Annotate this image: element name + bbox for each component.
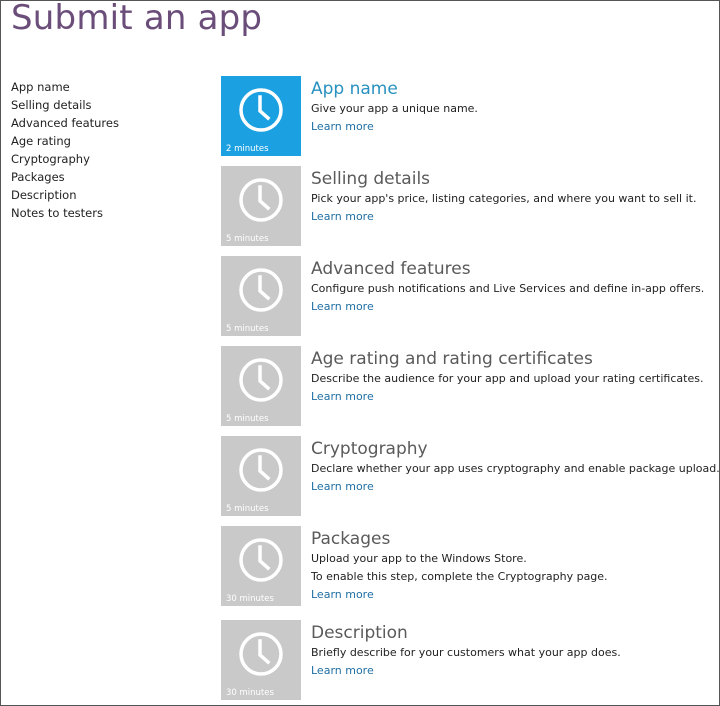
step-duration: 5 minutes — [226, 414, 269, 424]
clock-icon — [239, 88, 283, 132]
step-title[interactable]: Packages — [311, 528, 711, 550]
step-tile[interactable]: 30 minutes — [221, 526, 301, 606]
learn-more-link[interactable]: Learn more — [311, 208, 711, 226]
clock-icon — [239, 358, 283, 402]
sidebar-item-advanced-features[interactable]: Advanced features — [11, 114, 119, 132]
sidebar-nav: App name Selling details Advanced featur… — [11, 78, 119, 222]
step-description: Configure push notifications and Live Se… — [311, 282, 705, 295]
sidebar-item-app-name[interactable]: App name — [11, 78, 119, 96]
learn-more-link[interactable]: Learn more — [311, 662, 711, 680]
step-tile[interactable]: 5 minutes — [221, 346, 301, 426]
step-info: Packages Upload your app to the Windows S… — [311, 528, 711, 604]
step-duration: 30 minutes — [226, 594, 274, 604]
step-description: Give your app a unique name. — [311, 102, 478, 115]
step-duration: 2 minutes — [226, 144, 269, 154]
step-description: Briefly describe for your customers what… — [311, 646, 621, 659]
step-title[interactable]: Selling details — [311, 168, 711, 190]
step-tile[interactable]: 2 minutes — [221, 76, 301, 156]
learn-more-link[interactable]: Learn more — [311, 298, 711, 316]
sidebar-item-age-rating[interactable]: Age rating — [11, 132, 119, 150]
step-info: Selling details Pick your app's price, li… — [311, 168, 711, 226]
clock-icon — [239, 632, 283, 676]
step-title[interactable]: Description — [311, 622, 711, 644]
learn-more-link[interactable]: Learn more — [311, 388, 711, 406]
step-tile[interactable]: 5 minutes — [221, 166, 301, 246]
step-info: Advanced features Configure push notifica… — [311, 258, 711, 316]
clock-icon — [239, 268, 283, 312]
step-duration: 5 minutes — [226, 234, 269, 244]
step-title[interactable]: App name — [311, 78, 711, 100]
sidebar-item-selling-details[interactable]: Selling details — [11, 96, 119, 114]
step-info: Age rating and rating certificates Descri… — [311, 348, 711, 406]
step-description: Declare whether your app uses cryptograp… — [311, 462, 720, 475]
step-title[interactable]: Age rating and rating certificates — [311, 348, 711, 370]
clock-icon — [239, 538, 283, 582]
step-info: App name Give your app a unique name. Lear… — [311, 78, 711, 136]
sidebar-item-notes-to-testers[interactable]: Notes to testers — [11, 204, 119, 222]
learn-more-link[interactable]: Learn more — [311, 478, 711, 496]
sidebar-item-packages[interactable]: Packages — [11, 168, 119, 186]
step-info: Description Briefly describe for your cus… — [311, 622, 711, 680]
step-description: Upload your app to the Windows Store. — [311, 552, 527, 565]
step-info: Cryptography Declare whether your app use… — [311, 438, 720, 496]
sidebar-item-description[interactable]: Description — [11, 186, 119, 204]
step-duration: 5 minutes — [226, 324, 269, 334]
step-tile[interactable]: 5 minutes — [221, 436, 301, 516]
learn-more-link[interactable]: Learn more — [311, 118, 711, 136]
step-description-note: To enable this step, complete the Crypto… — [311, 570, 608, 583]
clock-icon — [239, 178, 283, 222]
step-tile[interactable]: 30 minutes — [221, 620, 301, 700]
step-description: Describe the audience for your app and u… — [311, 372, 704, 385]
step-tile[interactable]: 5 minutes — [221, 256, 301, 336]
step-title[interactable]: Cryptography — [311, 438, 711, 460]
sidebar-item-cryptography[interactable]: Cryptography — [11, 150, 119, 168]
step-duration: 5 minutes — [226, 504, 269, 514]
clock-icon — [239, 448, 283, 492]
step-duration: 30 minutes — [226, 688, 274, 698]
step-title[interactable]: Advanced features — [311, 258, 711, 280]
learn-more-link[interactable]: Learn more — [311, 586, 711, 604]
page-title: Submit an app — [11, 0, 263, 38]
step-description: Pick your app's price, listing categorie… — [311, 192, 697, 205]
